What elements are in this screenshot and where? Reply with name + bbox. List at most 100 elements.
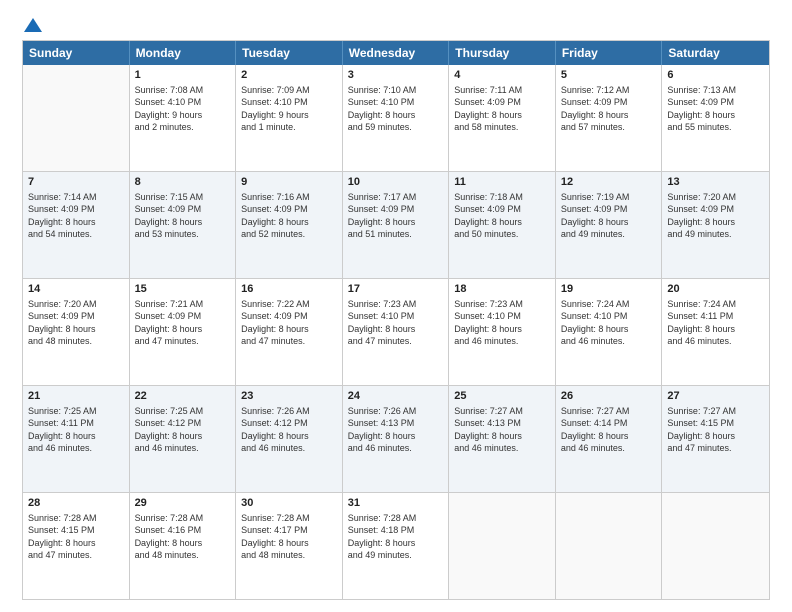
day-info: Sunrise: 7:19 AM Sunset: 4:09 PM Dayligh…: [561, 191, 657, 241]
day-number: 27: [667, 389, 764, 404]
calendar-cell: 8Sunrise: 7:15 AM Sunset: 4:09 PM Daylig…: [130, 172, 237, 278]
day-info: Sunrise: 7:12 AM Sunset: 4:09 PM Dayligh…: [561, 84, 657, 134]
day-number: 20: [667, 282, 764, 297]
day-info: Sunrise: 7:20 AM Sunset: 4:09 PM Dayligh…: [667, 191, 764, 241]
day-info: Sunrise: 7:17 AM Sunset: 4:09 PM Dayligh…: [348, 191, 444, 241]
calendar-cell: 23Sunrise: 7:26 AM Sunset: 4:12 PM Dayli…: [236, 386, 343, 492]
day-number: 6: [667, 68, 764, 83]
day-info: Sunrise: 7:11 AM Sunset: 4:09 PM Dayligh…: [454, 84, 550, 134]
calendar-cell: 5Sunrise: 7:12 AM Sunset: 4:09 PM Daylig…: [556, 65, 663, 171]
calendar-cell: 29Sunrise: 7:28 AM Sunset: 4:16 PM Dayli…: [130, 493, 237, 599]
day-number: 23: [241, 389, 337, 404]
day-info: Sunrise: 7:13 AM Sunset: 4:09 PM Dayligh…: [667, 84, 764, 134]
day-number: 19: [561, 282, 657, 297]
day-info: Sunrise: 7:25 AM Sunset: 4:12 PM Dayligh…: [135, 405, 231, 455]
calendar-cell: [662, 493, 769, 599]
header-day-monday: Monday: [130, 41, 237, 65]
day-number: 21: [28, 389, 124, 404]
day-number: 2: [241, 68, 337, 83]
day-info: Sunrise: 7:22 AM Sunset: 4:09 PM Dayligh…: [241, 298, 337, 348]
day-number: 12: [561, 175, 657, 190]
calendar-cell: 14Sunrise: 7:20 AM Sunset: 4:09 PM Dayli…: [23, 279, 130, 385]
day-info: Sunrise: 7:26 AM Sunset: 4:13 PM Dayligh…: [348, 405, 444, 455]
day-info: Sunrise: 7:24 AM Sunset: 4:10 PM Dayligh…: [561, 298, 657, 348]
calendar-cell: 1Sunrise: 7:08 AM Sunset: 4:10 PM Daylig…: [130, 65, 237, 171]
day-info: Sunrise: 7:18 AM Sunset: 4:09 PM Dayligh…: [454, 191, 550, 241]
day-number: 4: [454, 68, 550, 83]
calendar-row: 14Sunrise: 7:20 AM Sunset: 4:09 PM Dayli…: [23, 278, 769, 385]
calendar-cell: 4Sunrise: 7:11 AM Sunset: 4:09 PM Daylig…: [449, 65, 556, 171]
calendar-cell: 27Sunrise: 7:27 AM Sunset: 4:15 PM Dayli…: [662, 386, 769, 492]
calendar-cell: [556, 493, 663, 599]
day-info: Sunrise: 7:10 AM Sunset: 4:10 PM Dayligh…: [348, 84, 444, 134]
header-day-saturday: Saturday: [662, 41, 769, 65]
day-info: Sunrise: 7:28 AM Sunset: 4:15 PM Dayligh…: [28, 512, 124, 562]
logo: [22, 18, 42, 32]
day-info: Sunrise: 7:08 AM Sunset: 4:10 PM Dayligh…: [135, 84, 231, 134]
calendar-cell: 31Sunrise: 7:28 AM Sunset: 4:18 PM Dayli…: [343, 493, 450, 599]
day-number: 15: [135, 282, 231, 297]
logo-icon: [24, 18, 42, 34]
header-day-wednesday: Wednesday: [343, 41, 450, 65]
calendar-cell: 22Sunrise: 7:25 AM Sunset: 4:12 PM Dayli…: [130, 386, 237, 492]
day-info: Sunrise: 7:16 AM Sunset: 4:09 PM Dayligh…: [241, 191, 337, 241]
day-info: Sunrise: 7:23 AM Sunset: 4:10 PM Dayligh…: [348, 298, 444, 348]
day-number: 10: [348, 175, 444, 190]
calendar-cell: 11Sunrise: 7:18 AM Sunset: 4:09 PM Dayli…: [449, 172, 556, 278]
header-day-tuesday: Tuesday: [236, 41, 343, 65]
day-number: 11: [454, 175, 550, 190]
calendar-cell: 21Sunrise: 7:25 AM Sunset: 4:11 PM Dayli…: [23, 386, 130, 492]
day-number: 24: [348, 389, 444, 404]
day-number: 3: [348, 68, 444, 83]
calendar-cell: 16Sunrise: 7:22 AM Sunset: 4:09 PM Dayli…: [236, 279, 343, 385]
day-number: 8: [135, 175, 231, 190]
calendar-cell: 3Sunrise: 7:10 AM Sunset: 4:10 PM Daylig…: [343, 65, 450, 171]
day-number: 31: [348, 496, 444, 511]
day-info: Sunrise: 7:27 AM Sunset: 4:14 PM Dayligh…: [561, 405, 657, 455]
header: [22, 18, 770, 32]
calendar-cell: 9Sunrise: 7:16 AM Sunset: 4:09 PM Daylig…: [236, 172, 343, 278]
day-number: 1: [135, 68, 231, 83]
day-number: 26: [561, 389, 657, 404]
day-number: 25: [454, 389, 550, 404]
day-number: 28: [28, 496, 124, 511]
day-info: Sunrise: 7:27 AM Sunset: 4:15 PM Dayligh…: [667, 405, 764, 455]
day-info: Sunrise: 7:26 AM Sunset: 4:12 PM Dayligh…: [241, 405, 337, 455]
calendar-cell: 15Sunrise: 7:21 AM Sunset: 4:09 PM Dayli…: [130, 279, 237, 385]
calendar-row: 1Sunrise: 7:08 AM Sunset: 4:10 PM Daylig…: [23, 65, 769, 171]
day-info: Sunrise: 7:27 AM Sunset: 4:13 PM Dayligh…: [454, 405, 550, 455]
calendar-cell: 12Sunrise: 7:19 AM Sunset: 4:09 PM Dayli…: [556, 172, 663, 278]
calendar-header: SundayMondayTuesdayWednesdayThursdayFrid…: [23, 41, 769, 65]
day-number: 13: [667, 175, 764, 190]
calendar-body: 1Sunrise: 7:08 AM Sunset: 4:10 PM Daylig…: [23, 65, 769, 599]
calendar-cell: [449, 493, 556, 599]
calendar-cell: 25Sunrise: 7:27 AM Sunset: 4:13 PM Dayli…: [449, 386, 556, 492]
day-info: Sunrise: 7:28 AM Sunset: 4:16 PM Dayligh…: [135, 512, 231, 562]
day-info: Sunrise: 7:28 AM Sunset: 4:18 PM Dayligh…: [348, 512, 444, 562]
day-info: Sunrise: 7:24 AM Sunset: 4:11 PM Dayligh…: [667, 298, 764, 348]
calendar-row: 7Sunrise: 7:14 AM Sunset: 4:09 PM Daylig…: [23, 171, 769, 278]
calendar-cell: 7Sunrise: 7:14 AM Sunset: 4:09 PM Daylig…: [23, 172, 130, 278]
calendar-cell: 13Sunrise: 7:20 AM Sunset: 4:09 PM Dayli…: [662, 172, 769, 278]
day-number: 18: [454, 282, 550, 297]
calendar-cell: 18Sunrise: 7:23 AM Sunset: 4:10 PM Dayli…: [449, 279, 556, 385]
calendar-row: 28Sunrise: 7:28 AM Sunset: 4:15 PM Dayli…: [23, 492, 769, 599]
calendar-row: 21Sunrise: 7:25 AM Sunset: 4:11 PM Dayli…: [23, 385, 769, 492]
calendar-cell: 19Sunrise: 7:24 AM Sunset: 4:10 PM Dayli…: [556, 279, 663, 385]
day-number: 22: [135, 389, 231, 404]
day-number: 9: [241, 175, 337, 190]
calendar-cell: [23, 65, 130, 171]
calendar-cell: 26Sunrise: 7:27 AM Sunset: 4:14 PM Dayli…: [556, 386, 663, 492]
day-info: Sunrise: 7:20 AM Sunset: 4:09 PM Dayligh…: [28, 298, 124, 348]
day-number: 30: [241, 496, 337, 511]
calendar-cell: 24Sunrise: 7:26 AM Sunset: 4:13 PM Dayli…: [343, 386, 450, 492]
day-info: Sunrise: 7:25 AM Sunset: 4:11 PM Dayligh…: [28, 405, 124, 455]
day-number: 5: [561, 68, 657, 83]
day-number: 29: [135, 496, 231, 511]
calendar-cell: 6Sunrise: 7:13 AM Sunset: 4:09 PM Daylig…: [662, 65, 769, 171]
day-number: 16: [241, 282, 337, 297]
calendar-cell: 28Sunrise: 7:28 AM Sunset: 4:15 PM Dayli…: [23, 493, 130, 599]
header-day-friday: Friday: [556, 41, 663, 65]
calendar-cell: 17Sunrise: 7:23 AM Sunset: 4:10 PM Dayli…: [343, 279, 450, 385]
calendar-cell: 20Sunrise: 7:24 AM Sunset: 4:11 PM Dayli…: [662, 279, 769, 385]
